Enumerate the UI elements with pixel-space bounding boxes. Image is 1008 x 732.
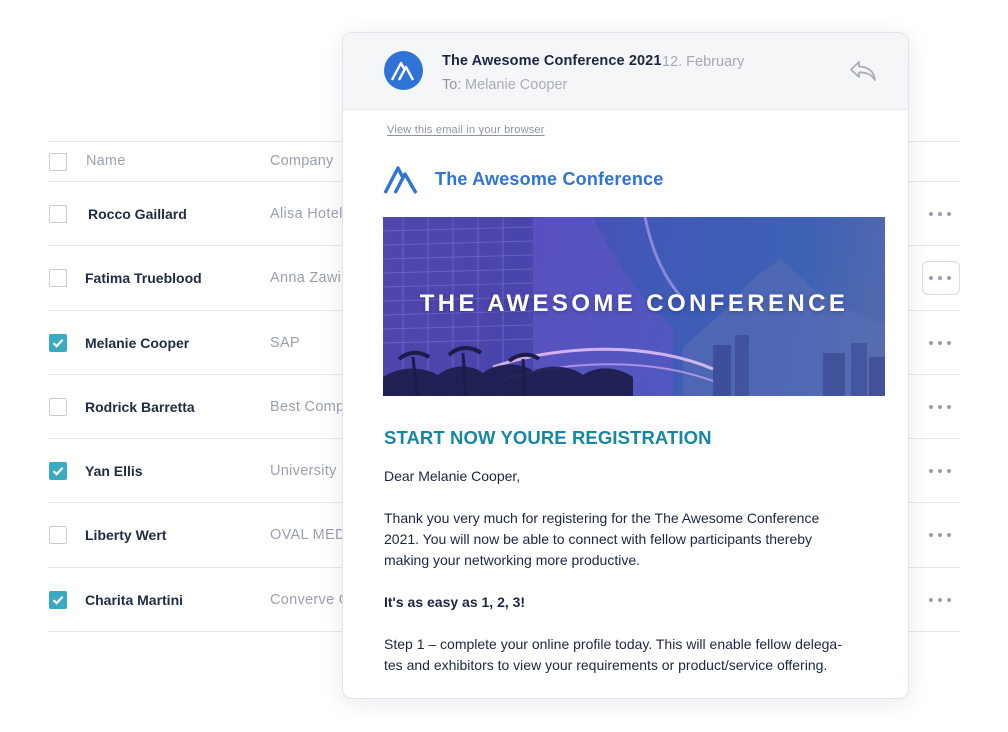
contact-name: Charita Martini	[85, 592, 184, 608]
email-step-line: tes and exhibitors to view your requirem…	[384, 657, 828, 673]
contact-name: Rocco Gaillard	[88, 206, 187, 222]
email-header: The Awesome Conference 2021 12. February…	[343, 33, 908, 110]
contact-name: Melanie Cooper	[85, 335, 190, 351]
contact-company: Anna Zawi	[270, 270, 342, 286]
more-options-icon[interactable]	[929, 209, 951, 219]
more-options-icon[interactable]	[929, 273, 951, 283]
brand-name: The Awesome Conference	[435, 168, 664, 189]
column-header-company[interactable]: Company	[270, 153, 333, 169]
contact-name: Yan Ellis	[85, 463, 143, 479]
recipient-label: To:	[442, 77, 462, 93]
contact-company: Converve G	[270, 592, 351, 608]
more-options-icon[interactable]	[929, 466, 951, 476]
more-options-icon[interactable]	[929, 338, 951, 348]
logo-icon	[390, 61, 414, 81]
email-date: 12. February	[662, 54, 745, 70]
select-all-checkbox[interactable]	[49, 153, 67, 171]
email-paragraph-line: 2021. You will now be able to connect wi…	[384, 531, 813, 547]
contact-company: Alisa Hotel	[270, 206, 343, 222]
row-checkbox[interactable]	[49, 334, 67, 352]
view-in-browser-link[interactable]: View this email in your browser	[387, 124, 545, 136]
logo-icon	[383, 166, 418, 194]
row-checkbox[interactable]	[49, 269, 67, 287]
email-preview-panel: The Awesome Conference 2021 12. February…	[342, 32, 909, 699]
registration-heading: START NOW YOURE REGISTRATION	[384, 427, 712, 448]
banner-image: THE AWESOME CONFERENCE	[383, 217, 885, 396]
row-checkbox[interactable]	[49, 398, 67, 416]
email-greeting: Dear Melanie Cooper,	[384, 468, 521, 484]
email-paragraph-line: Thank you very much for registering for …	[384, 510, 820, 526]
more-options-icon[interactable]	[929, 402, 951, 412]
more-options-icon[interactable]	[929, 530, 951, 540]
banner-title: THE AWESOME CONFERENCE	[419, 290, 849, 317]
column-header-name[interactable]: Name	[86, 153, 125, 169]
row-checkbox[interactable]	[49, 205, 67, 223]
contact-name: Liberty Wert	[85, 527, 167, 543]
more-options-icon[interactable]	[929, 595, 951, 605]
contact-company: Best Comp	[270, 399, 345, 415]
row-checkbox[interactable]	[49, 591, 67, 609]
contact-company: University	[270, 463, 337, 479]
sender-avatar	[384, 51, 423, 90]
email-subject: The Awesome Conference 2021	[442, 53, 662, 69]
contact-company: SAP	[270, 335, 300, 351]
contact-company: OVAL MED	[270, 527, 346, 543]
recipient-name: Melanie Cooper	[465, 77, 568, 93]
row-checkbox[interactable]	[49, 462, 67, 480]
contact-name: Rodrick Barretta	[85, 399, 195, 415]
email-step-line: Step 1 – complete your online profile to…	[384, 636, 842, 652]
email-easy-steps: It's as easy as 1, 2, 3!	[384, 594, 526, 610]
contact-name: Fatima Trueblood	[85, 270, 202, 286]
email-paragraph-line: making your networking more productive.	[384, 552, 641, 568]
reply-icon[interactable]	[848, 59, 878, 83]
brand-header: The Awesome Conference	[383, 163, 663, 195]
row-checkbox[interactable]	[49, 526, 67, 544]
